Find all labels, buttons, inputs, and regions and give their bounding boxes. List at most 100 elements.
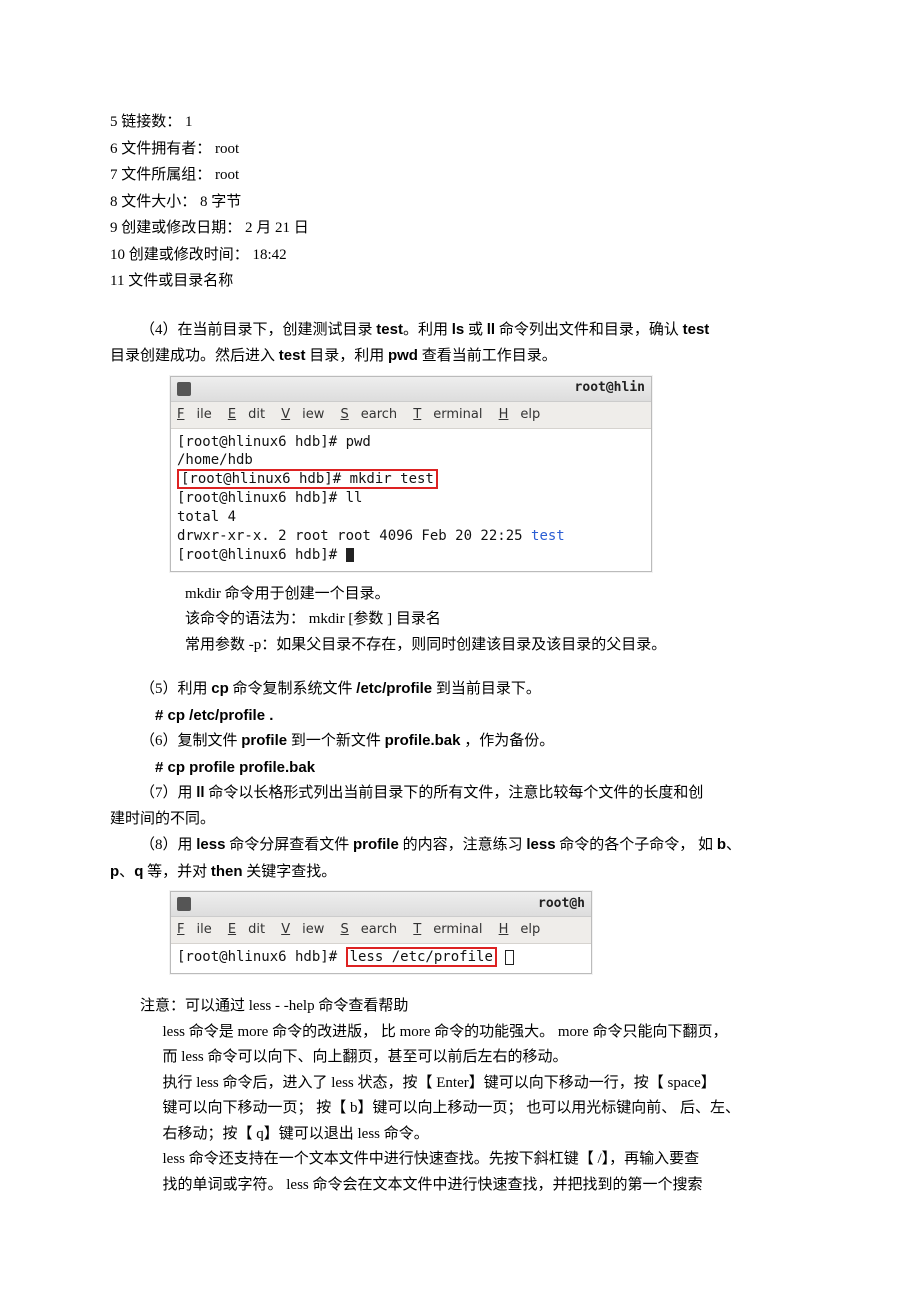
terminal-menu: FFileile Edit View Search Terminal Help bbox=[171, 402, 651, 429]
text-bold: ll bbox=[196, 784, 204, 801]
text: 命令以长格形式列出当前目录下的所有文件，注意比较每个文件的长度和创 bbox=[208, 785, 703, 801]
list-item: 9 创建或修改日期： 2 月 21 日 bbox=[110, 216, 800, 242]
highlight-box: [root@hlinux6 hdb]# mkdir test bbox=[177, 469, 438, 489]
ls-field-list: 5 链接数： 1 6 文件拥有者： root 7 文件所属组： root 8 文… bbox=[110, 110, 800, 295]
term-line: /home/hdb bbox=[177, 452, 253, 468]
list-item: 11 文件或目录名称 bbox=[110, 269, 800, 295]
terminal-body: [root@hlinux6 hdb]# pwd /home/hdb [root@… bbox=[171, 429, 651, 571]
paragraph-5: （5）利用 cp 命令复制系统文件 /etc/profile 到当前目录下。 bbox=[110, 676, 800, 703]
cursor-icon bbox=[346, 548, 354, 562]
text-bold: profile.bak bbox=[385, 732, 461, 749]
text-bold: ll bbox=[487, 321, 495, 338]
text: （4）在当前目录下，创建测试目录 bbox=[140, 322, 373, 338]
menu-view[interactable]: View bbox=[281, 407, 324, 422]
menu-file[interactable]: File bbox=[177, 922, 212, 937]
text: （5）利用 bbox=[140, 681, 208, 697]
terminal-icon bbox=[177, 382, 191, 396]
text: 命令的各个子命令， 如 bbox=[559, 837, 713, 853]
note-body: less 命令是 more 命令的改进版， 比 more 命令的功能强大。 mo… bbox=[110, 1020, 800, 1199]
text: less 命令还支持在一个文本文件中进行快速查找。先按下斜杠键【 /】，再输入要… bbox=[163, 1147, 801, 1173]
text: 常用参数 -p：如果父目录不存在，则同时创建该目录及该目录的父目录。 bbox=[185, 633, 800, 659]
terminal-icon bbox=[177, 897, 191, 911]
menu-search[interactable]: Search bbox=[340, 922, 397, 937]
text-bold: cp bbox=[211, 680, 229, 697]
text: 的内容，注意练习 bbox=[403, 837, 523, 853]
text: 命令分屏查看文件 bbox=[229, 837, 349, 853]
menu-help[interactable]: Help bbox=[499, 407, 541, 422]
menu-edit[interactable]: Edit bbox=[228, 922, 265, 937]
paragraph-7: （7）用 ll 命令以长格形式列出当前目录下的所有文件，注意比较每个文件的长度和… bbox=[110, 780, 800, 832]
command-line: # cp profile profile.bak bbox=[110, 755, 800, 781]
terminal-screenshot-1: root@hlin FFileile Edit View Search Term… bbox=[170, 376, 652, 572]
command-line: # cp /etc/profile . bbox=[110, 703, 800, 729]
mkdir-explanation: mkdir 命令用于创建一个目录。 该命令的语法为： mkdir [参数 ] 目… bbox=[110, 582, 800, 659]
list-item: 7 文件所属组： root bbox=[110, 163, 800, 189]
text: 而 less 命令可以向下、向上翻页，甚至可以前后左右的移动。 bbox=[163, 1045, 801, 1071]
terminal-titlebar: root@hlin bbox=[171, 377, 651, 402]
text: 或 bbox=[468, 322, 483, 338]
menu-view[interactable]: View bbox=[281, 922, 324, 937]
paragraph-6: （6）复制文件 profile 到一个新文件 profile.bak ，作为备份… bbox=[110, 728, 800, 755]
text-bold: pwd bbox=[388, 347, 418, 364]
menu-terminal[interactable]: Terminal bbox=[413, 922, 482, 937]
document-page: 5 链接数： 1 6 文件拥有者： root 7 文件所属组： root 8 文… bbox=[0, 0, 920, 1258]
text-bold: less bbox=[526, 836, 555, 853]
term-line: drwxr-xr-x. 2 root root 4096 Feb 20 22:2… bbox=[177, 528, 531, 544]
text: （6）复制文件 bbox=[140, 733, 238, 749]
text: mkdir 命令用于创建一个目录。 bbox=[185, 582, 800, 608]
paragraph-4: （4）在当前目录下，创建测试目录 test。利用 ls 或 ll 命令列出文件和… bbox=[110, 317, 800, 370]
text: 到当前目录下。 bbox=[436, 681, 541, 697]
text-bold: profile bbox=[241, 732, 287, 749]
list-item: 5 链接数： 1 bbox=[110, 110, 800, 136]
text: 键可以向下移动一页； 按【 b】键可以向上移动一页； 也可以用光标键向前、 后、… bbox=[163, 1096, 801, 1122]
cursor-icon bbox=[505, 950, 514, 965]
text: 。利用 bbox=[403, 322, 448, 338]
text: 目录，利用 bbox=[309, 348, 384, 364]
terminal-menu: File Edit View Search Terminal Help bbox=[171, 917, 591, 944]
text-bold: p bbox=[110, 863, 119, 880]
text: ，作为备份。 bbox=[464, 733, 554, 749]
dir-name: test bbox=[531, 528, 565, 544]
text-bold: /etc/profile bbox=[356, 680, 432, 697]
text: （8）用 bbox=[140, 837, 193, 853]
term-line: [root@hlinux6 hdb]# bbox=[177, 547, 346, 563]
menu-edit[interactable]: Edit bbox=[228, 407, 265, 422]
menu-help[interactable]: Help bbox=[499, 922, 541, 937]
text-bold: test bbox=[683, 321, 710, 338]
text-bold: then bbox=[211, 863, 243, 880]
note-heading: 注意：可以通过 less - -help 命令查看帮助 bbox=[110, 994, 800, 1020]
term-line: [root@hlinux6 hdb]# bbox=[177, 949, 346, 965]
text: 建时间的不同。 bbox=[110, 811, 215, 827]
text: 目录创建成功。然后进入 bbox=[110, 348, 275, 364]
text: 等，并对 bbox=[147, 864, 207, 880]
text: 该命令的语法为： mkdir [参数 ] 目录名 bbox=[185, 607, 800, 633]
terminal-titlebar: root@h bbox=[171, 892, 591, 917]
terminal-title: root@hlin bbox=[575, 377, 645, 399]
menu-file[interactable]: FFileile bbox=[177, 407, 212, 422]
text-bold: test bbox=[376, 321, 403, 338]
text-bold: b bbox=[717, 836, 726, 853]
text-bold: ls bbox=[452, 321, 465, 338]
terminal-title: root@h bbox=[538, 893, 585, 915]
menu-terminal[interactable]: Terminal bbox=[413, 407, 482, 422]
text: （7）用 bbox=[140, 785, 193, 801]
text-bold: test bbox=[279, 347, 306, 364]
list-item: 6 文件拥有者： root bbox=[110, 137, 800, 163]
term-line: [root@hlinux6 hdb]# pwd bbox=[177, 434, 371, 450]
text: 查看当前工作目录。 bbox=[422, 348, 557, 364]
text-bold: q bbox=[134, 863, 143, 880]
paragraph-8: （8）用 less 命令分屏查看文件 profile 的内容，注意练习 less… bbox=[110, 832, 800, 885]
menu-search[interactable]: Search bbox=[340, 407, 397, 422]
text: 、 bbox=[119, 864, 134, 880]
text: less 命令是 more 命令的改进版， 比 more 命令的功能强大。 mo… bbox=[163, 1020, 801, 1046]
text: 到一个新文件 bbox=[291, 733, 381, 749]
term-line: [root@hlinux6 hdb]# ll bbox=[177, 490, 362, 506]
text-bold: less bbox=[196, 836, 225, 853]
terminal-body: [root@hlinux6 hdb]# less /etc/profile bbox=[171, 944, 591, 973]
list-item: 10 创建或修改时间： 18:42 bbox=[110, 243, 800, 269]
text-bold: profile bbox=[353, 836, 399, 853]
highlight-box: less /etc/profile bbox=[346, 947, 497, 967]
terminal-screenshot-2: root@h File Edit View Search Terminal He… bbox=[170, 891, 592, 974]
text: 命令列出文件和目录，确认 bbox=[499, 322, 679, 338]
text: 执行 less 命令后，进入了 less 状态，按【 Enter】键可以向下移动… bbox=[163, 1071, 801, 1097]
